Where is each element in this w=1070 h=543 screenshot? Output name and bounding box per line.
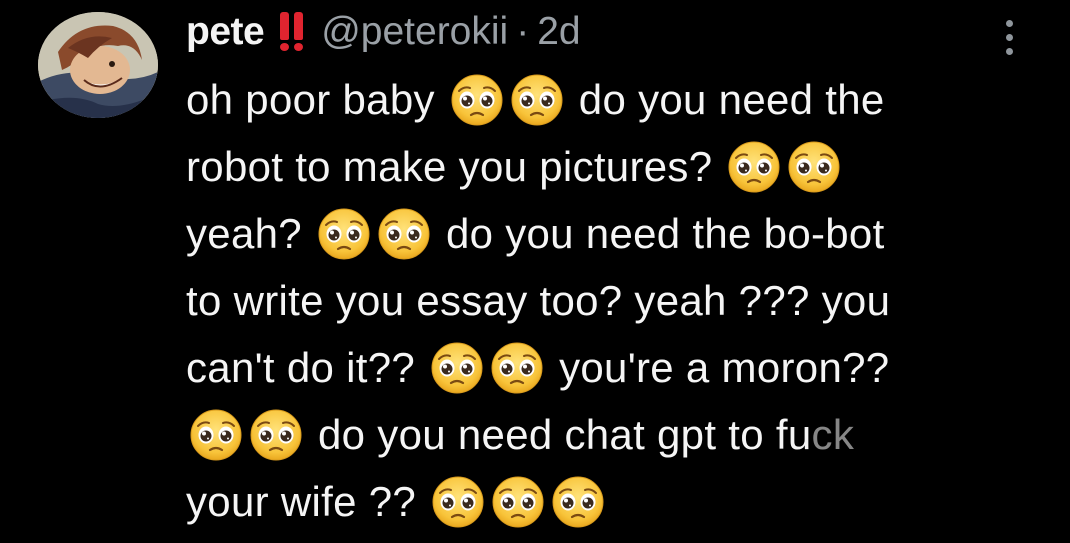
tweet-text-segment: do you need the [578,75,885,123]
tweet-text-segment: robot to make you pictures? [186,142,713,190]
more-vertical-icon[interactable] [1003,18,1015,58]
tweet-text: oh poor baby do you need the robot to ma… [186,66,1046,535]
author-name[interactable]: pete [186,10,265,54]
tweet-line: yeah? do you need the bo-bot [186,200,1046,267]
pleading-face-emoji [430,341,484,395]
tweet-text-segment: do you need the bo-bot [445,209,885,257]
tweet-line: do you need chat gpt to fu ck [186,401,1046,468]
pleading-face-emoji [787,140,841,194]
timestamp[interactable]: 2d [537,10,580,54]
pleading-face-emoji [249,408,303,462]
tweet-text-segment: ck [811,410,855,458]
tweet-text-segment: do you need chat gpt to fu [318,410,812,458]
pleading-face-emoji [551,475,605,529]
pleading-face-emoji [431,475,485,529]
tweet-line: can't do it?? you're a moron?? [186,334,1046,401]
tweet-text-segment: can't do it?? [186,343,416,391]
pleading-face-emoji [490,341,544,395]
tweet-text-segment: yeah? [186,209,302,257]
double-exclamation-icon [280,12,304,52]
tweet-header: pete @peterokii · 2d [186,6,581,58]
pleading-face-emoji [450,73,504,127]
avatar-illustration [38,12,158,118]
tweet-line: robot to make you pictures? [186,133,1046,200]
tweet-line: to write you essay too? yeah ??? you [186,267,1046,334]
pleading-face-emoji [189,408,243,462]
pleading-face-emoji [727,140,781,194]
pleading-face-emoji [491,475,545,529]
pleading-face-emoji [377,207,431,261]
tweet-text-segment: oh poor baby [186,75,435,123]
pleading-face-emoji [317,207,371,261]
author-handle[interactable]: @peterokii [321,10,508,54]
pleading-face-emoji [510,73,564,127]
tweet-text-segment: your wife ?? [186,477,417,525]
tweet-text-segment: to write you essay too? yeah ??? you [186,276,891,324]
tweet-line: your wife ?? [186,468,1046,535]
tweet-line: oh poor baby do you need the [186,66,1046,133]
tweet-text-segment: you're a moron?? [559,343,890,391]
avatar[interactable] [38,12,158,118]
separator: · [516,10,530,53]
tweet[interactable]: pete @peterokii · 2d oh poor baby do you… [0,0,1070,543]
